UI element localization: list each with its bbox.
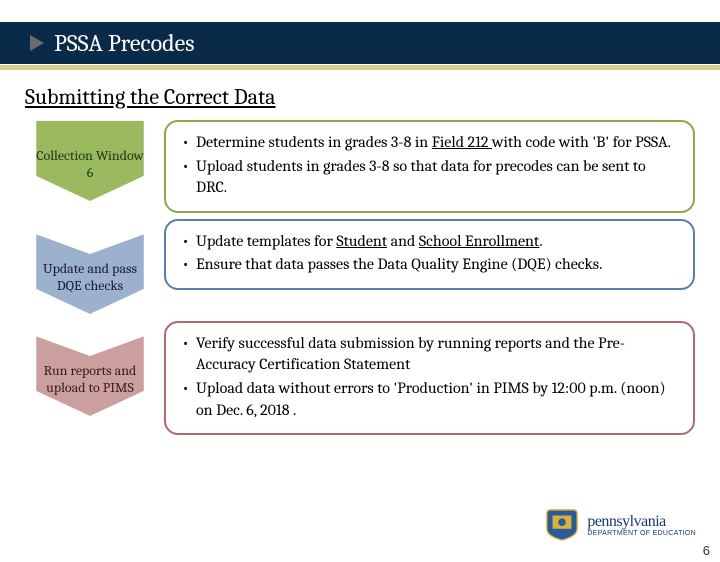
title-arrow-icon <box>30 35 44 51</box>
bullet: Update templates for Student and School … <box>180 231 679 253</box>
bubble-step1: Determine students in grades 3-8 in Fiel… <box>164 120 695 213</box>
step-row: Collection Window 6 Determine students i… <box>30 120 695 213</box>
title-bar: PSSA Precodes <box>0 22 720 64</box>
logo-penn: pennsylvania <box>587 514 696 530</box>
chevron-label: Update and pass DQE checks <box>36 261 144 295</box>
bullet: Upload data without errors to 'Productio… <box>180 378 679 421</box>
chevron-run-reports: Run reports and upload to PIMS <box>30 335 150 417</box>
chevron-box: Update and pass DQE checks <box>30 233 150 315</box>
logo-text: pennsylvania DEPARTMENT OF EDUCATION <box>587 514 696 537</box>
pa-shield-icon <box>543 508 581 542</box>
subheading: Submitting the Correct Data <box>25 84 720 110</box>
bubble-step3: Verify successful data submission by run… <box>164 321 695 435</box>
bullet: Upload students in grades 3-8 so that da… <box>180 156 679 199</box>
step-row: Run reports and upload to PIMS Verify su… <box>30 321 695 435</box>
bullet: Determine students in grades 3-8 in Fiel… <box>180 132 679 154</box>
logo-dept: DEPARTMENT OF EDUCATION <box>587 530 696 537</box>
content: Collection Window 6 Determine students i… <box>0 120 720 435</box>
bullet: Verify successful data submission by run… <box>180 333 679 376</box>
page-title: PSSA Precodes <box>54 29 195 57</box>
chevron-box: Run reports and upload to PIMS <box>30 335 150 417</box>
bullet: Ensure that data passes the Data Quality… <box>180 254 679 276</box>
page-number: 6 <box>703 543 710 558</box>
bubble-step2: Update templates for Student and School … <box>164 219 695 290</box>
chevron-label: Collection Window 6 <box>36 148 144 182</box>
step-row: Update and pass DQE checks Update templa… <box>30 219 695 315</box>
logo: pennsylvania DEPARTMENT OF EDUCATION <box>543 508 696 542</box>
chevron-update-dqe: Update and pass DQE checks <box>30 233 150 315</box>
accent-bar <box>0 65 720 70</box>
chevron-label: Run reports and upload to PIMS <box>36 363 144 397</box>
chevron-collection-window: Collection Window 6 <box>30 120 150 202</box>
chevron-box: Collection Window 6 <box>30 120 150 202</box>
